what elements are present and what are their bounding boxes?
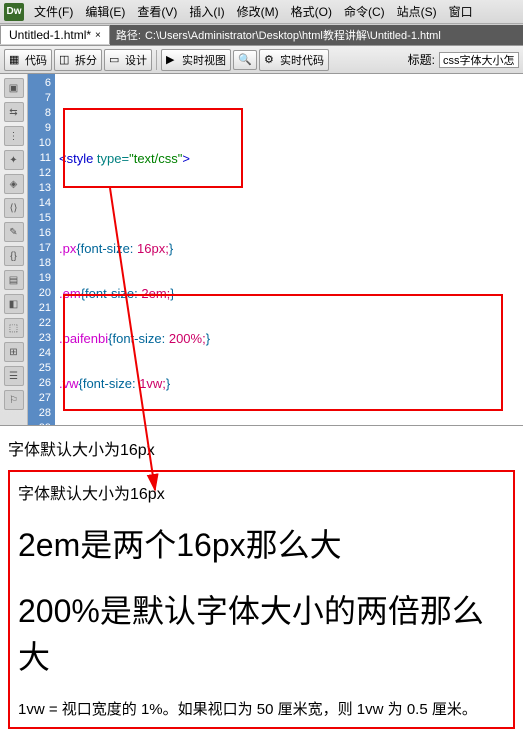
menu-site[interactable]: 站点(S): [391, 1, 443, 22]
editor-area: ▣ ⇆ ⋮ ✦ ◈ ⟨⟩ ✎ {} ▤ ◧ ⬚ ⊞ ☰ ⚐ 6789101112…: [0, 74, 523, 426]
tool-icon-2[interactable]: ⇆: [4, 102, 24, 122]
tool-icon-9[interactable]: ▤: [4, 270, 24, 290]
design-icon: ▭: [109, 53, 123, 67]
menu-edit[interactable]: 编辑(E): [79, 1, 131, 22]
tab-title: Untitled-1.html*: [9, 28, 91, 42]
tool-icon-8[interactable]: {}: [4, 246, 24, 266]
title-input[interactable]: [439, 52, 519, 68]
inspect-icon: 🔍: [238, 53, 252, 67]
preview-vw-text: 1vw = 视口宽度的 1%。如果视口为 50 厘米宽，则 1vw 为 0.5 …: [18, 698, 505, 719]
menu-file[interactable]: 文件(F): [28, 1, 79, 22]
tool-icon-12[interactable]: ⊞: [4, 342, 24, 362]
tool-icon-1[interactable]: ▣: [4, 78, 24, 98]
code-content[interactable]: <style type="text/css"> .px{font-size: 1…: [55, 74, 523, 425]
tab-bar: Untitled-1.html* × 路径: C:\Users\Administ…: [0, 24, 523, 46]
preview-em-text: 2em是两个16px那么大: [18, 520, 505, 566]
menu-insert[interactable]: 插入(I): [183, 1, 230, 22]
tool-icon-10[interactable]: ◧: [4, 294, 24, 314]
code-view-button[interactable]: ▦代码: [4, 49, 52, 71]
path-value: C:\Users\Administrator\Desktop\html教程讲解\…: [145, 27, 441, 43]
livecode-icon: ⚙: [264, 53, 278, 67]
annotation-box-3: 字体默认大小为16px 2em是两个16px那么大 200%是默认字体大小的两倍…: [8, 470, 515, 729]
tool-icon-7[interactable]: ✎: [4, 222, 24, 242]
preview-pane: 字体默认大小为16px 字体默认大小为16px 2em是两个16px那么大 20…: [0, 426, 523, 739]
tool-icon-6[interactable]: ⟨⟩: [4, 198, 24, 218]
code-toolbar: ▣ ⇆ ⋮ ✦ ◈ ⟨⟩ ✎ {} ▤ ◧ ⬚ ⊞ ☰ ⚐: [0, 74, 28, 425]
live-view-button[interactable]: ▶实时视图: [161, 49, 231, 71]
menubar: Dw 文件(F) 编辑(E) 查看(V) 插入(I) 修改(M) 格式(O) 命…: [0, 0, 523, 24]
preview-default-text: 字体默认大小为16px: [8, 436, 515, 460]
tool-icon-3[interactable]: ⋮: [4, 126, 24, 146]
live-icon: ▶: [166, 53, 180, 67]
path-bar: 路径: C:\Users\Administrator\Desktop\html教…: [110, 25, 523, 45]
preview-px-text: 字体默认大小为16px: [18, 480, 505, 504]
tool-icon-14[interactable]: ⚐: [4, 390, 24, 410]
title-label: 标题:: [408, 51, 435, 68]
view-toolbar: ▦代码 ◫拆分 ▭设计 ▶实时视图 🔍 ⚙实时代码 标题:: [0, 46, 523, 74]
tool-icon-5[interactable]: ◈: [4, 174, 24, 194]
dreamweaver-logo: Dw: [4, 3, 24, 21]
live-code-button[interactable]: ⚙实时代码: [259, 49, 329, 71]
line-gutter: 6789101112131415161718192021222324252627…: [28, 74, 55, 425]
tool-icon-4[interactable]: ✦: [4, 150, 24, 170]
inspect-button[interactable]: 🔍: [233, 50, 257, 70]
code-editor[interactable]: 6789101112131415161718192021222324252627…: [28, 74, 523, 425]
design-view-button[interactable]: ▭设计: [104, 49, 152, 71]
document-tab[interactable]: Untitled-1.html* ×: [0, 25, 110, 44]
menu-command[interactable]: 命令(C): [338, 1, 391, 22]
menu-view[interactable]: 查看(V): [131, 1, 183, 22]
close-icon[interactable]: ×: [95, 30, 101, 41]
preview-percent-text: 200%是默认字体大小的两倍那么大: [18, 586, 505, 678]
menu-format[interactable]: 格式(O): [285, 1, 338, 22]
path-label: 路径:: [116, 27, 141, 43]
separator: [156, 50, 157, 70]
menu-modify[interactable]: 修改(M): [231, 1, 285, 22]
code-icon: ▦: [9, 53, 23, 67]
menu-window[interactable]: 窗口: [443, 1, 479, 22]
split-view-button[interactable]: ◫拆分: [54, 49, 102, 71]
tool-icon-13[interactable]: ☰: [4, 366, 24, 386]
tool-icon-11[interactable]: ⬚: [4, 318, 24, 338]
split-icon: ◫: [59, 53, 73, 67]
